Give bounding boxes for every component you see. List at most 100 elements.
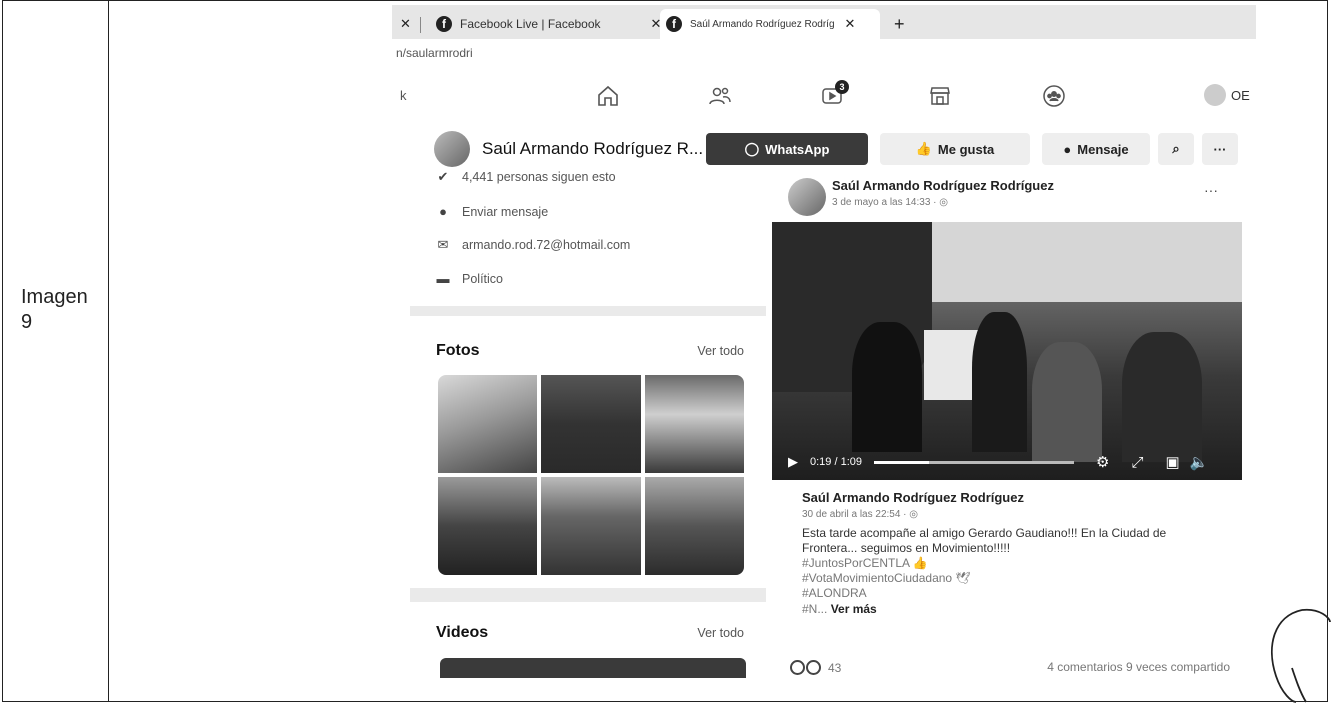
- home-icon[interactable]: [594, 84, 622, 108]
- like-label: Me gusta: [937, 141, 995, 157]
- more-options-button[interactable]: ···: [1202, 133, 1238, 165]
- followers-text: 4,441 personas siguen esto: [462, 170, 616, 184]
- address-bar[interactable]: n/saularmrodri: [396, 46, 473, 60]
- photo-thumbnail[interactable]: [644, 477, 744, 575]
- user-avatar[interactable]: [1204, 84, 1226, 106]
- tab-saul-armando[interactable]: f Saúl Armando Rodríguez Rodríg ✕: [660, 9, 880, 39]
- post-more-icon[interactable]: ···: [1204, 182, 1218, 198]
- folder-icon: ▬: [436, 271, 450, 286]
- messenger-icon: ●: [439, 204, 447, 219]
- url-text: n/saularmrodri: [396, 46, 473, 60]
- reactions-summary[interactable]: 43: [790, 660, 841, 675]
- like-reaction-icon: [790, 660, 805, 675]
- message-button[interactable]: ● Mensaje: [1042, 133, 1150, 165]
- watch-badge: 3: [835, 80, 849, 94]
- video-thumbnail[interactable]: [440, 658, 746, 678]
- new-tab-icon[interactable]: +: [894, 14, 905, 35]
- email-icon: ✉: [437, 237, 449, 252]
- comments-shares[interactable]: 4 comentarios 9 veces compartido: [1047, 660, 1230, 674]
- hashtag[interactable]: #VotaMovimientoCiudadano 🕊: [802, 571, 1222, 586]
- close-icon[interactable]: ✕: [845, 16, 856, 32]
- photos-card: Fotos Ver todo: [422, 320, 756, 588]
- intro-card: ✔ 4,441 personas siguen esto ● Enviar me…: [422, 169, 756, 304]
- hashtag[interactable]: #JuntosPorCENTLA 👍: [802, 556, 1222, 571]
- videos-title: Videos: [436, 624, 489, 641]
- search-icon: ⌕: [1172, 141, 1180, 156]
- video-player[interactable]: ▶ 0:19 / 1:09 ⚙ ⤢ ▣ 🔈: [772, 222, 1242, 480]
- page-avatar[interactable]: [434, 131, 470, 167]
- friends-icon[interactable]: [706, 84, 734, 108]
- videos-card: Videos Ver todo: [422, 602, 756, 686]
- row-label-text: Imagen 9: [21, 286, 88, 333]
- facebook-top-nav: k 3 OE: [392, 72, 1256, 122]
- whatsapp-button[interactable]: ◯ WhatsApp: [706, 133, 868, 165]
- video-progress-bar[interactable]: [874, 460, 1074, 464]
- tab-facebook-live[interactable]: f Facebook Live | Facebook ✕: [436, 9, 666, 39]
- photo-thumbnail[interactable]: [541, 477, 641, 575]
- whatsapp-icon: ◯: [744, 141, 760, 156]
- like-button[interactable]: 👍 Me gusta: [880, 133, 1030, 165]
- close-icon[interactable]: ✕: [400, 16, 411, 32]
- video-frame-sky: [922, 222, 1242, 302]
- page-name[interactable]: Saúl Armando Rodríguez R...: [482, 139, 703, 159]
- facebook-icon: f: [666, 16, 682, 32]
- post-author-avatar[interactable]: [788, 178, 826, 216]
- post-body: Saúl Armando Rodríguez Rodríguez 30 de a…: [802, 490, 1222, 617]
- thumbs-up-icon: 👍: [915, 141, 932, 156]
- post-author[interactable]: Saúl Armando Rodríguez Rodríguez: [832, 178, 1054, 193]
- miniplayer-icon[interactable]: ▣: [1165, 453, 1179, 471]
- more-icon: ···: [1213, 141, 1227, 157]
- love-reaction-icon: [806, 660, 821, 675]
- video-controls: ▶ 0:19 / 1:09 ⚙ ⤢ ▣ 🔈: [772, 444, 1242, 480]
- videos-see-all-link[interactable]: Ver todo: [697, 626, 744, 640]
- section-gutter: [410, 588, 766, 602]
- tab-label: Facebook Live | Facebook: [460, 17, 601, 31]
- fullscreen-icon[interactable]: ⤢: [1131, 454, 1143, 471]
- photo-thumbnail[interactable]: [438, 477, 538, 575]
- send-message-text: Enviar mensaje: [462, 205, 549, 219]
- marketplace-icon[interactable]: [926, 84, 954, 108]
- category-row: ▬ Político: [434, 271, 504, 287]
- hashtag[interactable]: #ALONDRA: [802, 586, 1222, 601]
- photo-thumbnail[interactable]: [644, 375, 744, 473]
- handwritten-signature: [1271, 608, 1331, 703]
- video-frame-person: [972, 312, 1027, 452]
- email-text: armando.rod.72@hotmail.com: [462, 238, 631, 252]
- section-gutter: [410, 306, 766, 316]
- tab-label: Saúl Armando Rodríguez Rodríg: [690, 18, 835, 30]
- post-date-text: 3 de mayo a las 14:33 ·: [832, 197, 940, 208]
- volume-icon[interactable]: 🔈: [1190, 453, 1209, 471]
- photos-title: Fotos: [436, 342, 480, 359]
- see-more-link[interactable]: Ver más: [831, 602, 877, 616]
- photo-thumbnail[interactable]: [438, 375, 538, 473]
- play-icon[interactable]: ▶: [788, 454, 798, 470]
- globe-icon: ◎: [909, 509, 919, 520]
- row-label: Imagen 9: [21, 285, 88, 335]
- user-initials: OE: [1231, 88, 1250, 103]
- video-progress-fill: [874, 460, 929, 464]
- followers-row: ✔ 4,441 personas siguen esto: [434, 169, 616, 185]
- browser-tab-bar: ✕ f Facebook Live | Facebook ✕ f Saúl Ar…: [392, 5, 1256, 39]
- post-last-line: #N... Ver más: [802, 601, 1222, 617]
- send-message-row[interactable]: ● Enviar mensaje: [434, 204, 548, 220]
- email-row[interactable]: ✉ armando.rod.72@hotmail.com: [434, 237, 631, 253]
- watch-icon[interactable]: 3: [818, 80, 849, 108]
- settings-icon[interactable]: ⚙: [1096, 453, 1109, 471]
- video-frame-person: [852, 322, 922, 452]
- check-icon: ✔: [437, 169, 449, 184]
- post-author[interactable]: Saúl Armando Rodríguez Rodríguez: [802, 490, 1222, 505]
- post-date[interactable]: 3 de mayo a las 14:33 · ◎: [832, 197, 948, 208]
- reactions-count: 43: [828, 660, 842, 675]
- page-header: Saúl Armando Rodríguez R... ◯ WhatsApp 👍…: [424, 126, 1244, 172]
- messenger-icon: ●: [1063, 141, 1072, 157]
- groups-icon[interactable]: [1040, 84, 1068, 108]
- photo-thumbnail[interactable]: [541, 375, 641, 473]
- post-text: Esta tarde acompañe al amigo Gerardo Gau…: [802, 526, 1167, 555]
- whatsapp-label: WhatsApp: [765, 141, 830, 157]
- photos-see-all-link[interactable]: Ver todo: [697, 344, 744, 358]
- search-button[interactable]: ⌕: [1158, 133, 1194, 165]
- globe-icon: ◎: [939, 197, 949, 208]
- video-time: 0:19 / 1:09: [810, 456, 862, 468]
- post-date[interactable]: 30 de abril a las 22:54 · ◎: [802, 509, 1222, 520]
- category-text: Político: [462, 272, 503, 286]
